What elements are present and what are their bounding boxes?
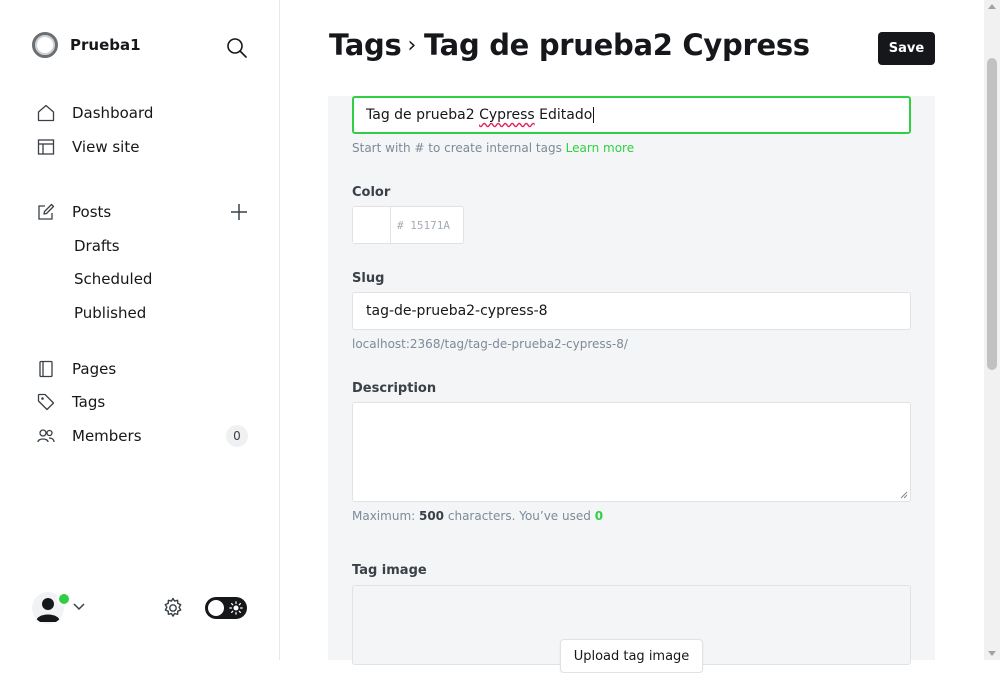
- slug-value: tag-de-prueba2-cypress-8: [366, 303, 548, 319]
- color-label: Color: [352, 185, 391, 200]
- breadcrumb-separator: ›: [407, 32, 416, 58]
- scrollbar-thumb[interactable]: [987, 58, 997, 370]
- color-field[interactable]: # 15171A: [352, 206, 464, 244]
- sidebar-item-pages[interactable]: Pages: [37, 360, 116, 378]
- sidebar-item-dashboard[interactable]: Dashboard: [37, 104, 153, 122]
- home-icon: [37, 104, 55, 122]
- sidebar-item-label: Pages: [72, 360, 117, 378]
- sidebar: Prueba1 Dashboard View site Posts Drafts…: [0, 0, 280, 660]
- search-icon[interactable]: [226, 37, 248, 59]
- text-caret: [593, 107, 595, 123]
- edit-icon: [38, 203, 55, 220]
- sidebar-item-published[interactable]: Published: [74, 304, 146, 322]
- used-count: 0: [594, 509, 604, 523]
- sun-icon: [229, 601, 243, 615]
- scroll-down-icon[interactable]: [988, 651, 996, 656]
- scrollbar[interactable]: [984, 0, 1000, 660]
- tag-name-value-spell: Cypress: [479, 107, 535, 123]
- site-logo: [32, 32, 58, 58]
- sidebar-item-label: Dashboard: [72, 104, 154, 122]
- sidebar-item-label: Members: [72, 427, 142, 445]
- sidebar-item-label: Tags: [72, 393, 106, 411]
- slug-input[interactable]: tag-de-prueba2-cypress-8: [352, 292, 911, 330]
- page-title: Tags › Tag de prueba2 Cypress: [329, 28, 810, 62]
- tag-name-value-post: Editado: [534, 107, 593, 123]
- slug-label: Slug: [352, 271, 385, 286]
- scroll-up-icon[interactable]: [988, 4, 996, 9]
- tag-title: Tag de prueba2 Cypress: [423, 28, 810, 62]
- save-button[interactable]: Save: [878, 32, 935, 65]
- chevron-down-icon[interactable]: [72, 602, 86, 612]
- learn-more-link[interactable]: Learn more: [566, 141, 634, 155]
- sidebar-item-members[interactable]: Members: [37, 427, 142, 445]
- tag-image-label: Tag image: [352, 563, 427, 578]
- sidebar-item-posts[interactable]: Posts: [37, 203, 111, 221]
- toggle-knob: [208, 600, 224, 616]
- slug-url-hint: localhost:2368/tag/tag-de-prueba2-cypres…: [352, 337, 628, 351]
- sidebar-item-label: View site: [72, 138, 140, 156]
- sidebar-item-tags[interactable]: Tags: [37, 393, 105, 411]
- add-post-icon[interactable]: [229, 202, 249, 222]
- resize-handle-icon[interactable]: [900, 491, 908, 499]
- hint-text: characters. You’ve used: [444, 509, 595, 523]
- upload-tag-image-button[interactable]: Upload tag image: [560, 639, 703, 673]
- max-count: 500: [418, 509, 445, 523]
- sidebar-item-view-site[interactable]: View site: [37, 138, 139, 156]
- dark-mode-toggle[interactable]: [205, 597, 247, 619]
- members-count-badge: 0: [226, 425, 248, 447]
- brand[interactable]: Prueba1: [32, 32, 141, 58]
- breadcrumb-tags[interactable]: Tags: [329, 28, 402, 62]
- members-icon: [37, 429, 55, 443]
- sidebar-item-label: Posts: [72, 203, 112, 221]
- gear-icon[interactable]: [162, 597, 184, 619]
- site-name: Prueba1: [70, 36, 141, 54]
- page-icon: [39, 360, 53, 378]
- layout-icon: [37, 139, 55, 155]
- sidebar-item-drafts[interactable]: Drafts: [74, 237, 120, 255]
- sidebar-item-scheduled[interactable]: Scheduled: [74, 270, 152, 288]
- tag-name-value-pre: Tag de prueba2: [366, 107, 480, 123]
- hint-text: Maximum:: [352, 509, 419, 523]
- tag-name-input[interactable]: Tag de prueba2 Cypress Editado: [352, 96, 911, 134]
- online-status-dot: [57, 592, 71, 606]
- color-hex-input[interactable]: # 15171A: [391, 207, 450, 243]
- description-textarea[interactable]: [352, 402, 911, 502]
- tag-icon: [37, 393, 55, 411]
- hint-text: Start with # to create internal tags: [352, 141, 562, 155]
- color-swatch[interactable]: [353, 207, 391, 243]
- tag-name-hint: Start with # to create internal tags Lea…: [352, 141, 634, 155]
- description-hint: Maximum: 500 characters. You’ve used 0: [352, 509, 603, 523]
- description-label: Description: [352, 381, 437, 396]
